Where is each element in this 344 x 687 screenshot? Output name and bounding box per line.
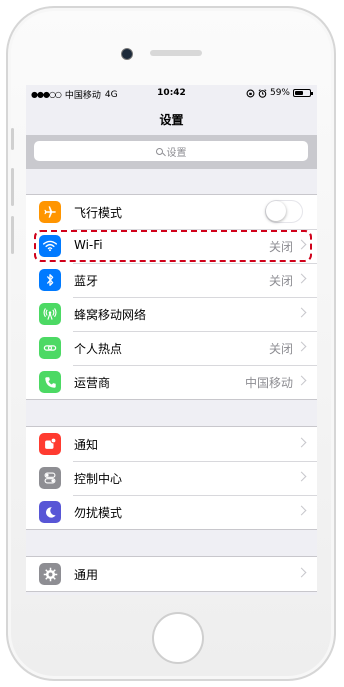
group-notifications: 通知 控制中心 勿扰模式 — [26, 426, 317, 530]
control-center-icon — [39, 467, 61, 489]
alarm-icon — [258, 88, 267, 98]
group-connectivity: 飞行模式 Wi-Fi 关闭 蓝牙 关闭 蜂窝移动网络 个人热点 关闭 运营商 中… — [26, 194, 317, 400]
group-general: 通用 — [26, 556, 317, 592]
chevron-right-icon — [296, 471, 307, 482]
front-camera — [121, 48, 133, 60]
screen: ●●●○○ 中国移动 4G 10:42 59% 设置 设置 飞行模式 Wi-Fi… — [26, 85, 317, 595]
mute-switch — [11, 128, 14, 150]
settings-row-airplane-mode: 飞行模式 — [26, 195, 317, 229]
volume-down-button — [11, 216, 14, 254]
moon-icon — [39, 501, 61, 523]
settings-row-label: 飞行模式 — [74, 206, 123, 220]
settings-row-control-center[interactable]: 控制中心 — [26, 461, 317, 495]
cellular-icon — [39, 303, 61, 325]
search-input[interactable]: 设置 — [34, 141, 308, 161]
settings-row-general[interactable]: 通用 — [26, 557, 317, 591]
search-bar: 设置 — [26, 135, 317, 169]
earpiece-speaker — [150, 50, 202, 56]
bluetooth-icon — [39, 269, 61, 291]
settings-row-notifications[interactable]: 通知 — [26, 427, 317, 461]
settings-row-do-not-disturb[interactable]: 勿扰模式 — [26, 495, 317, 529]
search-icon — [155, 147, 163, 155]
volume-up-button — [11, 168, 14, 206]
settings-row-label: 运营商 — [74, 376, 111, 390]
status-bar: ●●●○○ 中国移动 4G 10:42 59% — [26, 85, 317, 103]
settings-row-label: 通用 — [74, 568, 99, 582]
settings-row-value: 关闭 — [268, 342, 293, 356]
settings-row-value: 关闭 — [268, 274, 293, 288]
settings-row-cellular[interactable]: 蜂窝移动网络 — [26, 297, 317, 331]
hotspot-icon — [39, 337, 61, 359]
toggle-knob — [266, 201, 286, 221]
wifi-icon — [39, 235, 61, 257]
settings-row-label: Wi-Fi — [74, 238, 103, 252]
settings-row-carrier[interactable]: 运营商 中国移动 — [26, 365, 317, 399]
gear-icon — [39, 563, 61, 585]
chevron-right-icon — [296, 437, 307, 448]
settings-row-value: 中国移动 — [244, 376, 293, 390]
settings-row-label: 蓝牙 — [74, 274, 99, 288]
settings-row-wifi[interactable]: Wi-Fi 关闭 — [26, 229, 317, 263]
settings-row-hotspot[interactable]: 个人热点 关闭 — [26, 331, 317, 365]
chevron-right-icon — [296, 567, 307, 578]
battery-percentage: 59% — [269, 88, 290, 98]
chevron-right-icon — [296, 239, 307, 250]
rotation-lock-icon — [246, 89, 255, 97]
settings-row-value: 关闭 — [268, 240, 293, 254]
page-title: 设置 — [159, 113, 184, 127]
chevron-right-icon — [296, 341, 307, 352]
chevron-right-icon — [296, 505, 307, 516]
airplane-mode-toggle[interactable] — [265, 200, 303, 223]
settings-row-label: 个人热点 — [74, 342, 123, 356]
airplane-icon — [39, 201, 61, 223]
home-button[interactable] — [152, 612, 204, 664]
battery-icon — [293, 89, 313, 97]
chevron-right-icon — [296, 273, 307, 284]
settings-row-bluetooth[interactable]: 蓝牙 关闭 — [26, 263, 317, 297]
search-placeholder: 设置 — [166, 147, 187, 159]
settings-row-label: 控制中心 — [74, 472, 123, 486]
settings-row-label: 蜂窝移动网络 — [74, 308, 147, 322]
phone-icon — [39, 371, 61, 393]
chevron-right-icon — [296, 307, 307, 318]
battery-fill — [295, 91, 304, 95]
notifications-icon — [39, 433, 61, 455]
settings-row-label: 通知 — [74, 438, 99, 452]
chevron-right-icon — [296, 375, 307, 386]
settings-row-label: 勿扰模式 — [74, 506, 123, 520]
